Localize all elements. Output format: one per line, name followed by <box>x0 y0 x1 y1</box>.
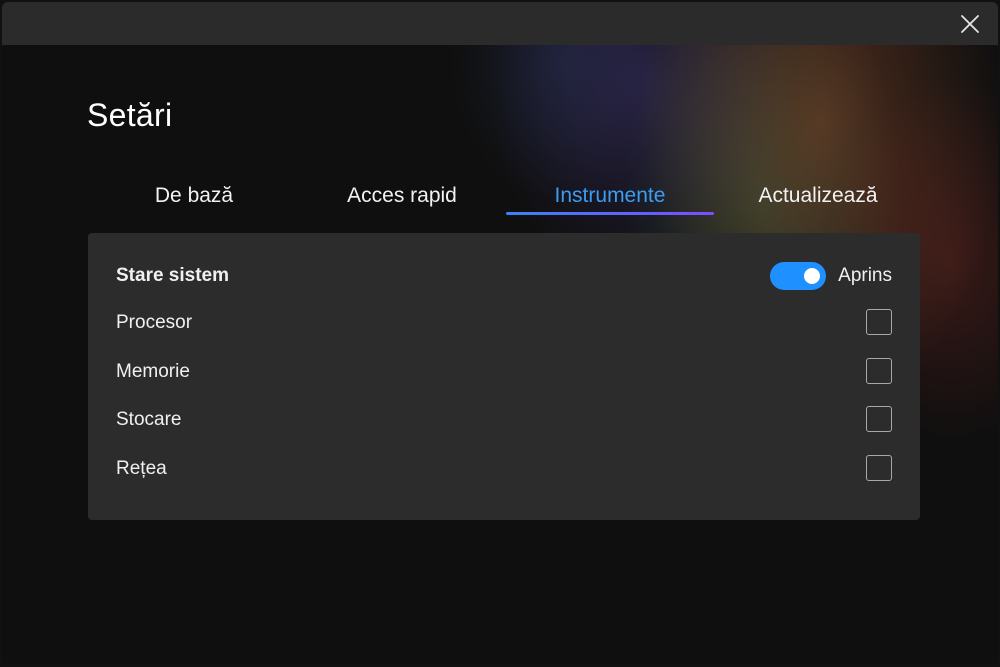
system-status-label: Stare sistem <box>116 265 230 286</box>
memorie-checkbox[interactable] <box>866 358 892 384</box>
procesor-checkbox[interactable] <box>866 309 892 335</box>
tab-acces-rapid[interactable]: Acces rapid <box>298 178 506 216</box>
active-tab-indicator <box>506 212 714 215</box>
tab-instrumente[interactable]: Instrumente <box>506 178 714 216</box>
tab-de-baza[interactable]: De bază <box>90 178 298 216</box>
item-label-procesor: Procesor <box>116 312 193 333</box>
close-button[interactable] <box>956 10 984 38</box>
toggle-knob <box>804 268 820 284</box>
tab-bar: De bază Acces rapid Instrumente Actualiz… <box>90 178 922 218</box>
item-label-memorie: Memorie <box>116 361 190 382</box>
title-bar <box>2 2 998 45</box>
stocare-checkbox[interactable] <box>866 406 892 432</box>
list-item: Rețea <box>116 451 892 487</box>
item-label-retea: Rețea <box>116 458 167 479</box>
item-label-stocare: Stocare <box>116 409 182 430</box>
settings-window: Setări De bază Acces rapid Instrumente A… <box>2 2 998 665</box>
system-status-row: Stare sistem Aprins <box>116 258 892 294</box>
toggle-state-label: Aprins <box>838 265 892 286</box>
close-icon <box>961 15 979 33</box>
system-status-panel: Stare sistem Aprins Procesor Memorie Sto… <box>88 233 920 520</box>
list-item: Memorie <box>116 354 892 390</box>
list-item: Stocare <box>116 402 892 438</box>
page-title: Setări <box>87 97 173 133</box>
tab-actualizeaza[interactable]: Actualizează <box>714 178 922 216</box>
system-status-toggle[interactable] <box>770 262 826 290</box>
retea-checkbox[interactable] <box>866 455 892 481</box>
list-item: Procesor <box>116 305 892 341</box>
